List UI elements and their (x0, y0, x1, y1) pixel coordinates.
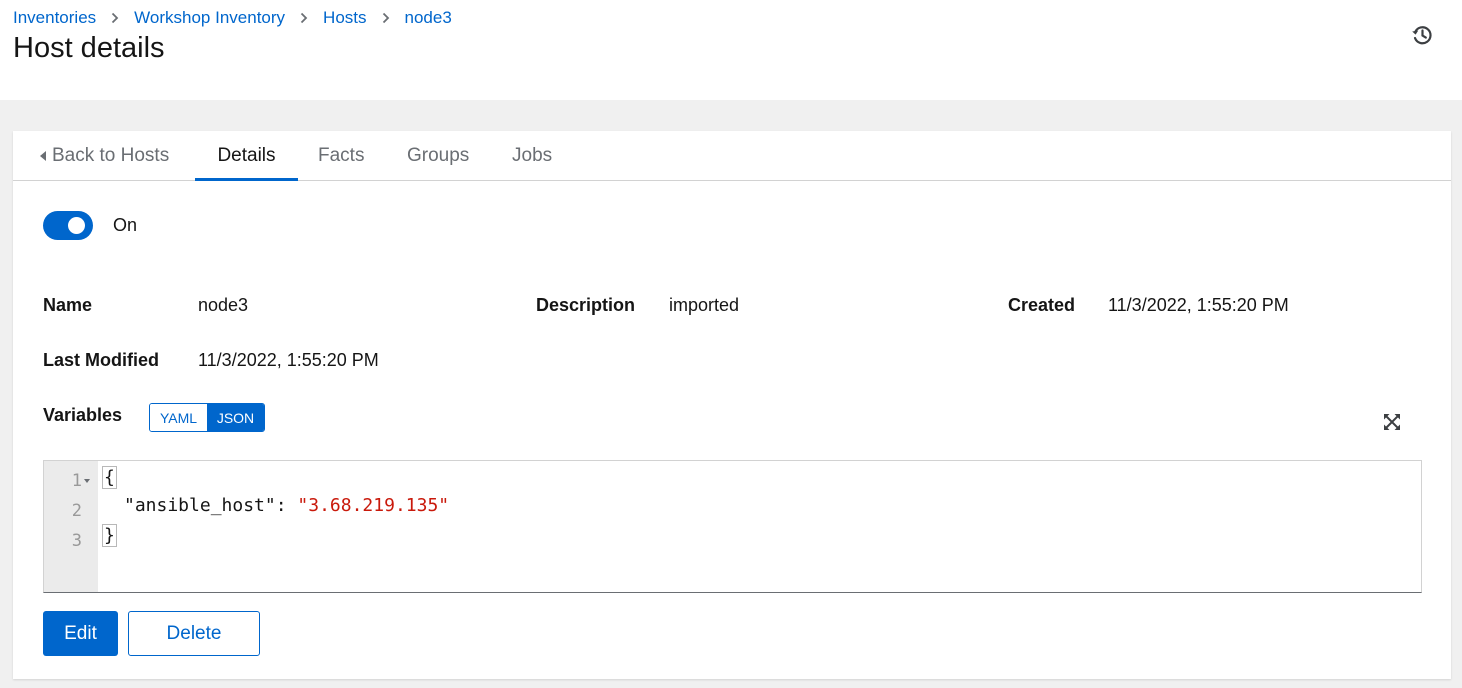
name-value: node3 (198, 295, 249, 315)
description-value: imported (669, 295, 740, 315)
breadcrumb-node3[interactable]: node3 (405, 8, 452, 28)
toggle-label: On (113, 215, 138, 235)
chevron-right-icon (300, 12, 308, 24)
fold-caret-icon[interactable] (84, 479, 90, 483)
line-number: 2 (71, 501, 82, 521)
history-button[interactable] (1408, 23, 1436, 51)
variables-code-editor[interactable]: 1 2 3 { "ansible_host": "3.68.219.135" } (43, 460, 1422, 593)
json-colon: : (275, 495, 298, 516)
tab-bar: Back to Hosts Details Facts Groups Jobs (13, 131, 1451, 181)
page-header: Inventories Workshop Inventory Hosts nod… (0, 0, 1462, 100)
variables-format-toggle: YAML JSON (149, 403, 265, 432)
code-line: } (102, 524, 117, 547)
yaml-toggle-button[interactable]: YAML (150, 404, 207, 431)
toggle-knob (68, 217, 85, 234)
tab-jobs[interactable]: Jobs (512, 131, 552, 180)
caret-left-icon (40, 150, 46, 161)
last-modified-label: Last Modified (43, 350, 159, 370)
tab-details[interactable]: Details (195, 131, 298, 181)
created-value: 11/3/2022, 1:55:20 PM (1108, 295, 1289, 315)
tab-groups[interactable]: Groups (407, 131, 469, 180)
breadcrumb: Inventories Workshop Inventory Hosts nod… (13, 6, 452, 30)
line-number: 1 (71, 471, 82, 491)
tab-back-to-hosts[interactable]: Back to Hosts (40, 131, 169, 180)
created-label: Created (1008, 295, 1076, 315)
tab-back-label: Back to Hosts (52, 144, 170, 166)
expand-button[interactable] (1379, 411, 1405, 437)
breadcrumb-hosts[interactable]: Hosts (323, 8, 366, 28)
history-icon (1410, 23, 1434, 52)
expand-icon (1382, 412, 1402, 437)
json-toggle-button[interactable]: JSON (207, 404, 264, 431)
last-modified-value: 11/3/2022, 1:55:20 PM (198, 350, 379, 370)
delete-button[interactable]: Delete (128, 611, 260, 656)
page-title: Host details (13, 32, 165, 64)
json-key: "ansible_host" (124, 495, 276, 516)
close-brace: } (102, 524, 117, 547)
breadcrumb-workshop-inventory[interactable]: Workshop Inventory (134, 8, 285, 28)
code-line: "ansible_host": "3.68.219.135" (124, 495, 449, 516)
breadcrumb-inventories[interactable]: Inventories (13, 8, 96, 28)
chevron-right-icon (111, 12, 119, 24)
enabled-toggle[interactable] (43, 211, 93, 240)
name-label: Name (43, 295, 93, 315)
tab-facts[interactable]: Facts (318, 131, 364, 180)
chevron-right-icon (382, 12, 390, 24)
description-label: Description (536, 295, 636, 315)
json-string-value: "3.68.219.135" (297, 495, 450, 516)
host-details-card: Back to Hosts Details Facts Groups Jobs … (13, 131, 1451, 679)
open-brace: { (102, 466, 117, 489)
variables-label: Variables (43, 405, 123, 425)
code-line: { (102, 466, 117, 489)
edit-button[interactable]: Edit (43, 611, 118, 656)
line-number: 3 (71, 531, 82, 551)
